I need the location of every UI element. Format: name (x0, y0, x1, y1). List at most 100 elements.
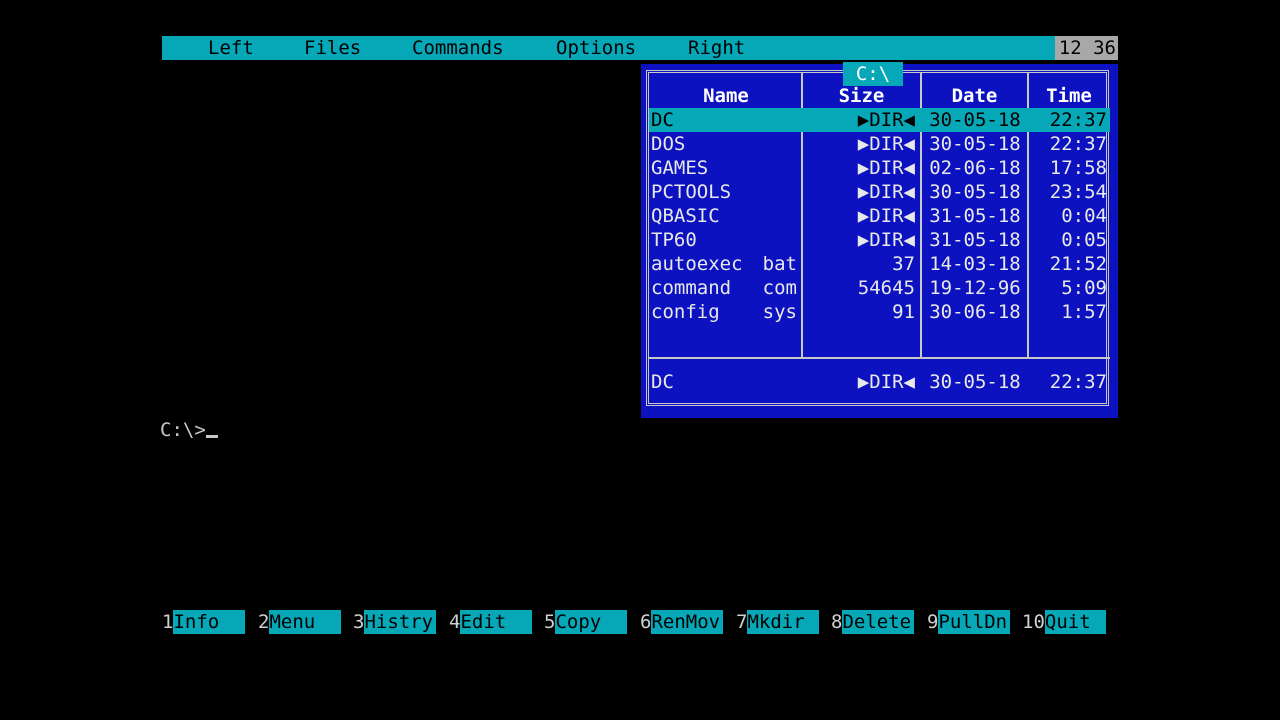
fkey-number: 3 (353, 611, 365, 633)
file-date: 30-05-18 (929, 133, 1021, 155)
file-time: 22:37 (1049, 133, 1107, 155)
file-extension: bat (762, 253, 797, 275)
file-time: 22:37 (1049, 109, 1107, 131)
file-size: ▶DIR◀ (857, 133, 915, 155)
fkey-label: Edit (460, 610, 533, 634)
fkey-menu-button[interactable]: 2Menu (258, 610, 342, 634)
file-date: 14-03-18 (929, 253, 1021, 275)
file-date: 19-12-96 (929, 277, 1021, 299)
fkey-label: Quit (1044, 610, 1106, 634)
fkey-number: 8 (831, 611, 843, 633)
file-size: 37 (892, 253, 915, 275)
file-date: 31-05-18 (929, 205, 1021, 227)
fkey-copy-button[interactable]: 5Copy (544, 610, 628, 634)
fkey-number: 5 (544, 611, 556, 633)
file-name: QBASIC (651, 205, 720, 227)
file-time: 5:09 (1061, 277, 1107, 299)
file-date: 30-05-18 (929, 109, 1021, 131)
file-extension (749, 108, 797, 132)
file-size: 91 (892, 301, 915, 323)
fkey-histry-button[interactable]: 3Histry (353, 610, 437, 634)
fkey-number: 1 (162, 611, 174, 633)
fkey-edit-button[interactable]: 4Edit (449, 610, 533, 634)
file-time: 17:58 (1049, 157, 1107, 179)
file-name: autoexec (651, 253, 743, 275)
fkey-pulldn-button[interactable]: 9PullDn (927, 610, 1011, 634)
fkey-label: PullDn (938, 610, 1011, 634)
file-time: 0:04 (1061, 205, 1107, 227)
file-row[interactable]: GAMES ▶DIR◀ 02-06-18 17:58 (649, 156, 1110, 180)
fkey-label: Mkdir (747, 610, 820, 634)
file-extension (749, 156, 797, 180)
file-size: ▶DIR◀ (857, 157, 915, 179)
fkey-number: 6 (640, 611, 652, 633)
file-row[interactable]: PCTOOLS ▶DIR◀ 30-05-18 23:54 (649, 180, 1110, 204)
file-time: 1:57 (1061, 301, 1107, 323)
file-date: 02-06-18 (929, 157, 1021, 179)
panel-path: C:\ (843, 62, 903, 86)
menu-options[interactable]: Options (556, 36, 636, 60)
file-row[interactable]: autoexec bat 37 14-03-18 21:52 (649, 252, 1110, 276)
fkey-delete-button[interactable]: 8Delete (831, 610, 915, 634)
status-divider (649, 357, 1110, 359)
file-date: 30-05-18 (929, 181, 1021, 203)
fkey-info-button[interactable]: 1Info (162, 610, 246, 634)
fkey-number: 7 (736, 611, 748, 633)
file-size: ▶DIR◀ (857, 205, 915, 227)
fkey-mkdir-button[interactable]: 7Mkdir (736, 610, 820, 634)
prompt-text: C:\> (160, 419, 206, 441)
file-row[interactable]: command com 54645 19-12-96 5:09 (649, 276, 1110, 300)
column-header-date[interactable]: Date (922, 84, 1027, 108)
menu-files[interactable]: Files (304, 36, 361, 60)
file-extension: sys (762, 301, 797, 323)
file-time: 0:05 (1061, 229, 1107, 251)
file-extension: com (762, 277, 797, 299)
command-prompt[interactable]: C:\> (160, 418, 218, 442)
file-extension (749, 228, 797, 252)
fkey-label: Copy (555, 610, 628, 634)
file-name: command (651, 277, 732, 299)
fkey-label: Menu (269, 610, 342, 634)
status-name: DC (651, 371, 674, 393)
fkey-quit-button[interactable]: 10Quit (1022, 610, 1106, 634)
file-extension (749, 180, 797, 204)
file-date: 31-05-18 (929, 229, 1021, 251)
file-row[interactable]: TP60 ▶DIR◀ 31-05-18 0:05 (649, 228, 1110, 252)
file-name: TP60 (651, 229, 697, 251)
fkey-label: RenMov (651, 610, 724, 634)
column-header-name[interactable]: Name (651, 84, 801, 108)
fkey-renmov-button[interactable]: 6RenMov (640, 610, 724, 634)
status-time: 22:37 (1049, 371, 1107, 393)
fkey-number: 2 (258, 611, 270, 633)
clock: 12 36 (1054, 36, 1118, 60)
file-name: PCTOOLS (651, 181, 732, 203)
file-size: 54645 (857, 277, 915, 299)
fkey-label: Info (173, 610, 246, 634)
file-row[interactable]: DOS ▶DIR◀ 30-05-18 22:37 (649, 132, 1110, 156)
fkey-number: 4 (449, 611, 461, 633)
fkey-label: Histry (364, 610, 437, 634)
menu-commands[interactable]: Commands (412, 36, 504, 60)
status-size: ▶DIR◀ (857, 371, 915, 393)
file-time: 23:54 (1049, 181, 1107, 203)
column-header-size[interactable]: Size (803, 84, 920, 108)
function-key-bar: 1Info 2Menu 3Histry 4Edit 5Copy 6RenMov 7Mkdir… (162, 610, 1118, 634)
status-date: 30-05-18 (929, 371, 1021, 393)
file-row[interactable]: QBASIC ▶DIR◀ 31-05-18 0:04 (649, 204, 1110, 228)
panel-status-line: DC ▶DIR◀ 30-05-18 22:37 (649, 370, 1110, 394)
file-time: 21:52 (1049, 253, 1107, 275)
text-cursor (205, 435, 218, 438)
file-row[interactable]: config sys 91 30-06-18 1:57 (649, 300, 1110, 324)
file-row[interactable]: DC ▶DIR◀ 30-05-18 22:37 (649, 108, 1110, 132)
right-file-panel: C:\ Name Size Date Time DC ▶DIR◀ 30-05-18 2… (641, 62, 1118, 418)
column-header-time[interactable]: Time (1029, 84, 1109, 108)
menu-bar: Left Files Commands Options Right 12 36 (162, 36, 1118, 60)
fkey-number: 10 (1022, 611, 1045, 633)
menu-right[interactable]: Right (688, 36, 745, 60)
file-name: config (651, 301, 720, 323)
file-size: ▶DIR◀ (857, 109, 915, 131)
file-name: DOS (651, 133, 686, 155)
dos-screen: Left Files Commands Options Right 12 36 … (0, 0, 1280, 720)
menu-left[interactable]: Left (208, 36, 254, 60)
fkey-label: Delete (842, 610, 915, 634)
